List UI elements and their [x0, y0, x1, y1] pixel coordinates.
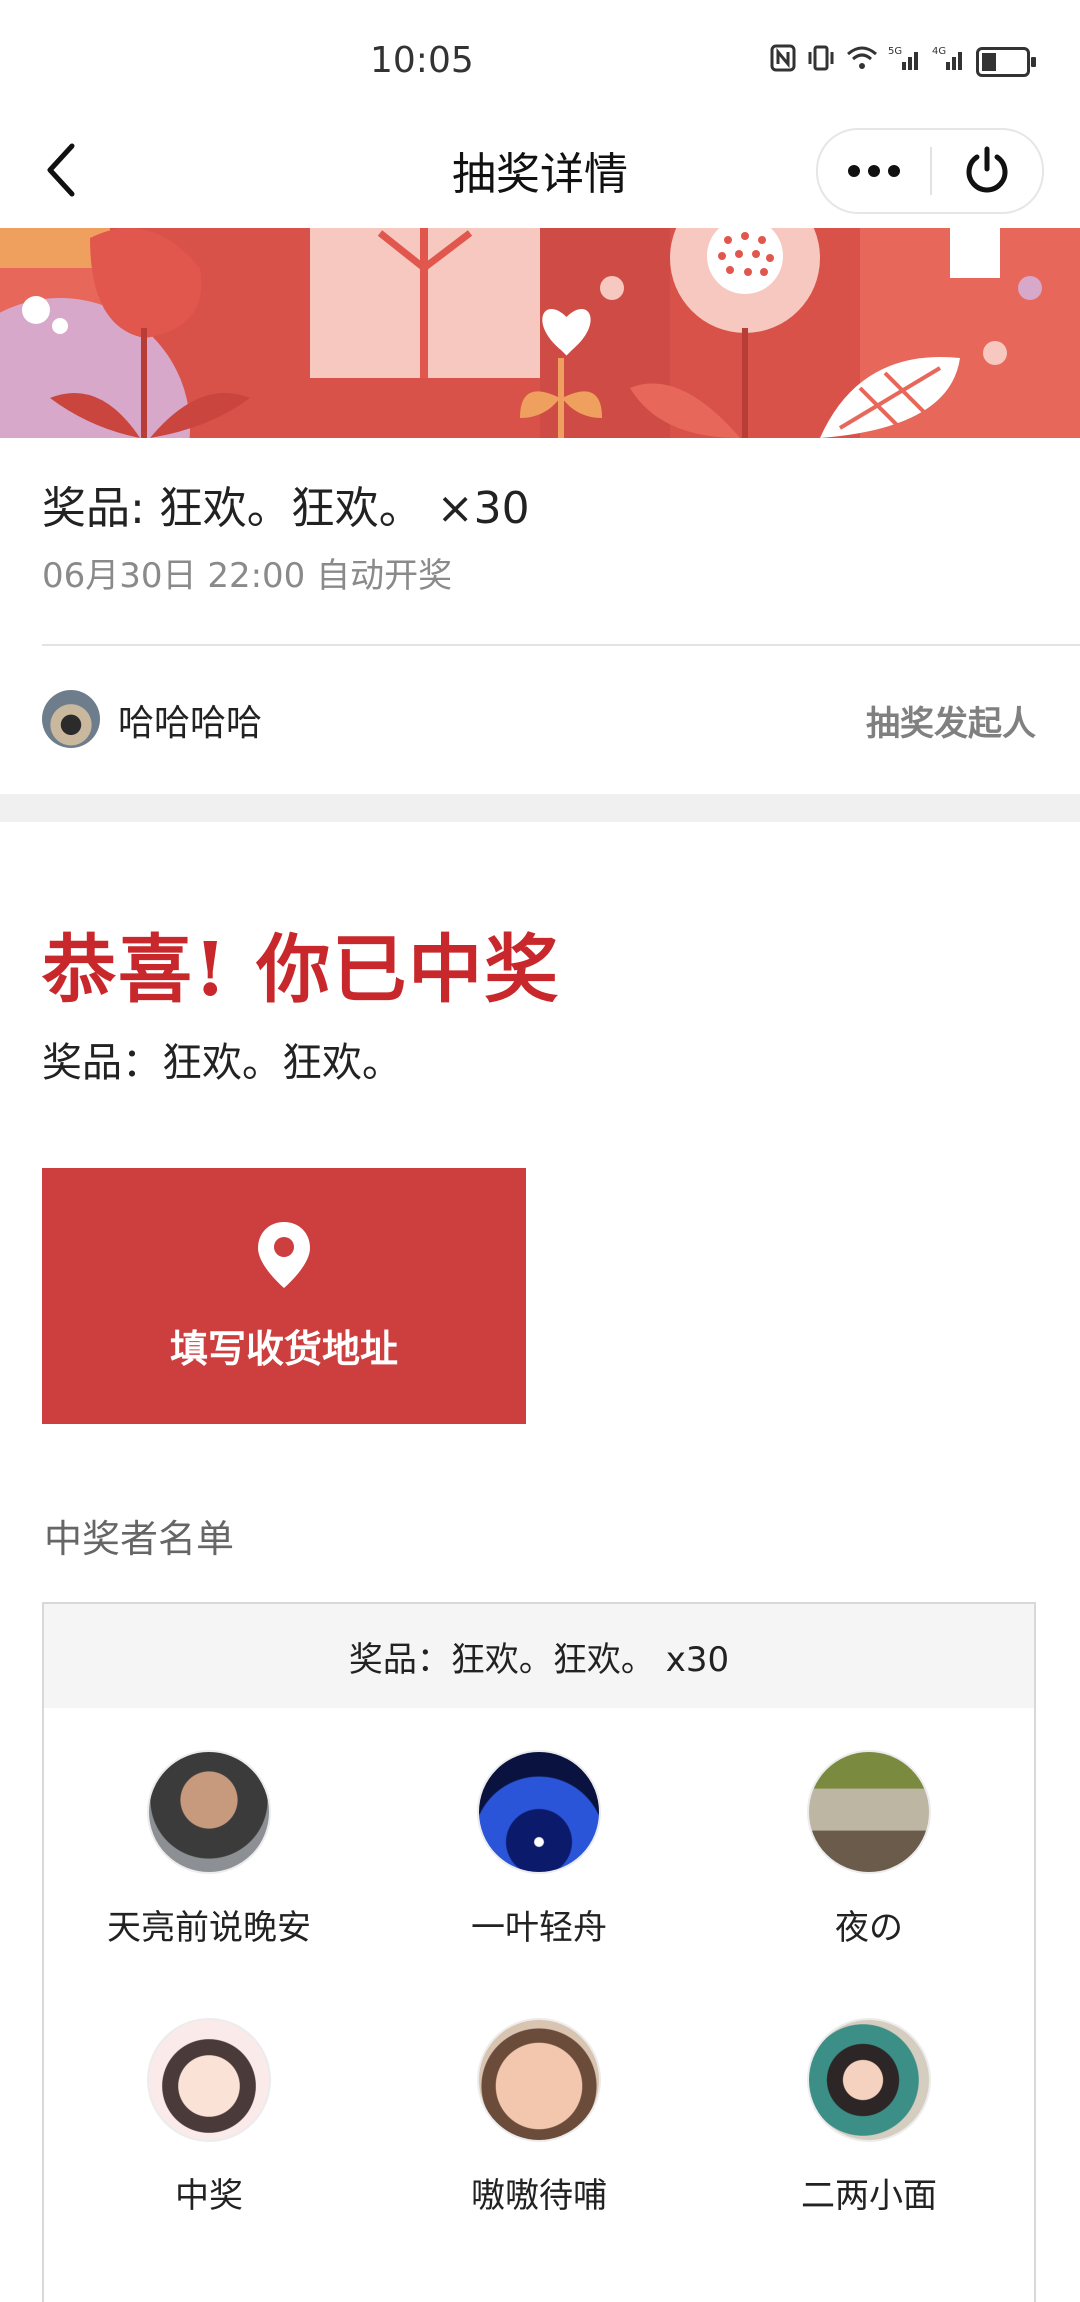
winner-name: 夜の [835, 1908, 903, 1948]
mini-program-capsule [816, 128, 1044, 214]
winner-item[interactable]: 中奖 [44, 1976, 374, 2244]
win-title: 恭喜! 你已中奖 [42, 927, 561, 1013]
winner-grid: 天亮前说晚安 一叶轻舟 夜の 中奖 嗷嗷待哺 二两小面 [44, 1708, 1034, 2244]
more-button[interactable] [818, 130, 930, 212]
fill-address-button[interactable]: 填写收货地址 [42, 1168, 526, 1424]
winner-avatar [807, 2018, 931, 2142]
winner-name: 中奖 [175, 2176, 243, 2216]
winner-item[interactable]: 一叶轻舟 [374, 1708, 704, 1976]
winner-item[interactable]: 二两小面 [704, 1976, 1034, 2244]
winner-item[interactable]: 嗷嗷待哺 [374, 1976, 704, 2244]
winner-avatar [477, 2018, 601, 2142]
winners-heading: 中奖者名单 [44, 1517, 235, 1561]
win-prize: 奖品：狂欢。狂欢。 [42, 1040, 402, 1086]
location-pin-icon [258, 1221, 310, 1288]
winner-name: 一叶轻舟 [471, 1908, 607, 1948]
winner-avatar [807, 1750, 931, 1874]
fill-address-label: 填写收货地址 [169, 1326, 398, 1371]
nav-bar: 抽奖详情 [0, 110, 1080, 228]
winner-name: 二两小面 [801, 2176, 937, 2216]
winners-list: 奖品：狂欢。狂欢。 x30 天亮前说晚安 一叶轻舟 夜の 中奖 嗷嗷待哺 二两小… [42, 1602, 1036, 2302]
prize-title: 奖品: 狂欢。狂欢。 ×30 [42, 483, 530, 534]
signal-5g-icon: 5G [888, 44, 922, 79]
draw-time: 06月30日 22:00 自动开奖 [42, 556, 453, 596]
wifi-icon [846, 45, 878, 78]
battery-icon [976, 46, 1036, 77]
svg-text:5G: 5G [888, 46, 902, 57]
banner-illustration [0, 228, 1080, 438]
winner-item[interactable]: 夜の [704, 1708, 1034, 1976]
initiator-avatar [42, 690, 100, 748]
winners-box-header: 奖品：狂欢。狂欢。 x30 [44, 1604, 1034, 1708]
winner-avatar [147, 1750, 271, 1874]
winner-name: 嗷嗷待哺 [471, 2176, 607, 2216]
more-dots-icon [848, 165, 900, 177]
divider [42, 644, 1080, 646]
power-icon [966, 146, 1008, 193]
winner-name: 天亮前说晚安 [107, 1908, 311, 1948]
winner-item[interactable]: 天亮前说晚安 [44, 1708, 374, 1976]
nfc-icon [770, 44, 796, 79]
initiator-row[interactable]: 哈哈哈哈 抽奖发起人 [0, 680, 1080, 760]
status-bar: 10:05 5G 4G [0, 0, 1080, 110]
svg-text:4G: 4G [932, 46, 946, 57]
vibrate-icon [806, 44, 836, 79]
status-icons: 5G 4G [770, 44, 1036, 79]
initiator-name: 哈哈哈哈 [118, 703, 263, 744]
winner-avatar [147, 2018, 271, 2142]
winner-avatar [477, 1750, 601, 1874]
signal-4g-icon: 4G [932, 44, 966, 79]
section-separator [0, 794, 1080, 822]
initiator-role-label: 抽奖发起人 [866, 704, 1036, 744]
status-time: 10:05 [370, 40, 474, 81]
close-button[interactable] [932, 130, 1042, 212]
